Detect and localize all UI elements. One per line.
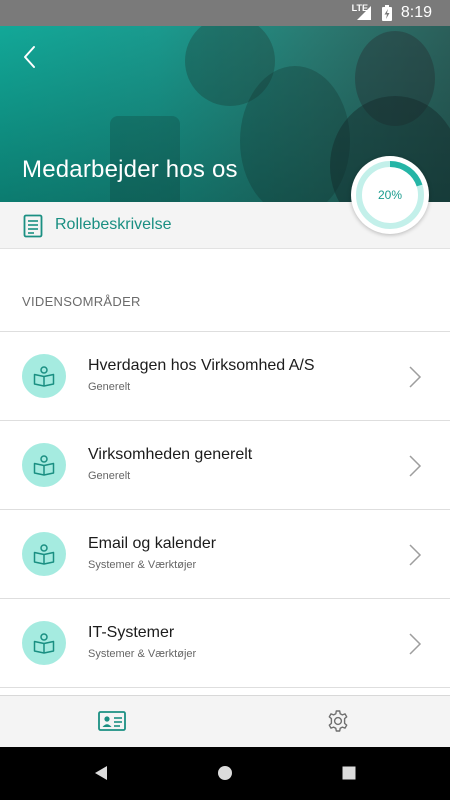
book-person-icon <box>33 366 55 387</box>
role-description-label: Rollebeskrivelse <box>55 216 172 233</box>
item-subtitle: Generelt <box>88 470 131 482</box>
list-item[interactable]: Hverdagen hos Virksomhed A/S Generelt <box>0 332 450 421</box>
item-subtitle: Generelt <box>88 381 131 393</box>
knowledge-area-list: Hverdagen hos Virksomhed A/S Generelt Vi… <box>0 332 450 688</box>
back-button[interactable] <box>18 42 46 72</box>
chevron-right-icon <box>409 633 422 655</box>
book-person-icon <box>33 633 55 654</box>
item-title: Email og kalender <box>88 535 217 552</box>
recents-square-icon[interactable] <box>341 765 357 781</box>
book-person-icon <box>33 455 55 476</box>
gear-icon <box>328 710 348 732</box>
document-icon <box>23 214 43 238</box>
book-person-icon <box>33 544 55 565</box>
list-item[interactable]: Virksomheden generelt Generelt <box>0 421 450 510</box>
item-title: Hverdagen hos Virksomhed A/S <box>88 357 315 374</box>
chevron-right-icon <box>409 366 422 388</box>
status-bar: LTE 8:19 <box>0 0 450 26</box>
list-item[interactable]: IT-Systemer Systemer & Værktøjer <box>0 599 450 688</box>
battery-charging-icon <box>382 5 392 21</box>
item-subtitle: Systemer & Værktøjer <box>88 559 197 571</box>
nav-settings-button[interactable] <box>225 696 450 748</box>
system-navigation-bar <box>0 747 450 800</box>
progress-label: 20% <box>377 188 403 202</box>
progress-indicator: 20% <box>351 156 429 234</box>
item-icon-circle <box>22 532 66 576</box>
clock: 8:19 <box>400 4 432 21</box>
section-header: VIDENSOMRÅDER <box>22 294 141 309</box>
item-icon-circle <box>22 621 66 665</box>
list-item[interactable]: Email og kalender Systemer & Værktøjer <box>0 510 450 599</box>
chevron-right-icon <box>409 544 422 566</box>
item-subtitle: Systemer & Værktøjer <box>88 648 197 660</box>
item-title: Virksomheden generelt <box>88 446 253 463</box>
back-triangle-icon[interactable] <box>93 764 109 782</box>
home-circle-icon[interactable] <box>216 764 234 782</box>
id-card-icon <box>98 711 126 731</box>
item-icon-circle <box>22 354 66 398</box>
item-title: IT-Systemer <box>88 624 175 641</box>
chevron-left-icon <box>24 46 35 68</box>
signal-icon <box>357 6 371 20</box>
chevron-right-icon <box>409 455 422 477</box>
page-title: Medarbejder hos os <box>22 156 238 183</box>
bottom-navigation <box>0 695 450 748</box>
nav-profile-button[interactable] <box>0 696 225 748</box>
item-icon-circle <box>22 443 66 487</box>
